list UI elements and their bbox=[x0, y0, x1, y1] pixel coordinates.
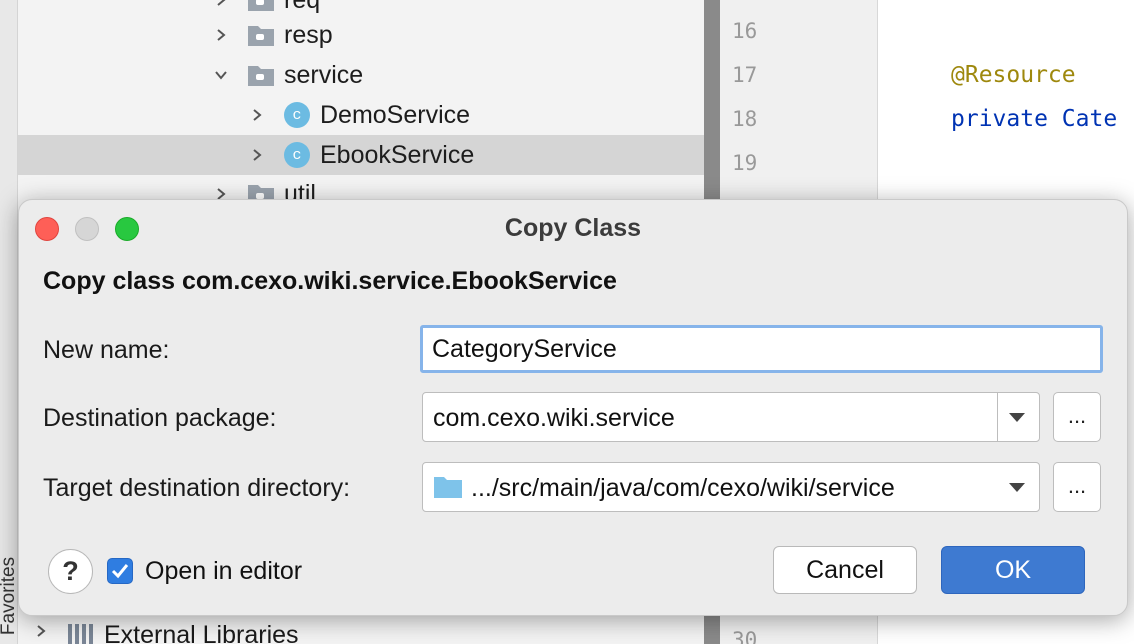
open-in-editor-checkbox[interactable] bbox=[107, 558, 133, 584]
library-icon bbox=[68, 624, 93, 644]
checkmark-icon bbox=[111, 564, 129, 579]
tree-item-label: service bbox=[284, 60, 364, 89]
chevron-right-icon[interactable] bbox=[210, 24, 232, 46]
chevron-right-icon[interactable] bbox=[34, 624, 48, 638]
copy-class-dialog: Copy Class Copy class com.cexo.wiki.serv… bbox=[18, 199, 1128, 616]
tree-item-label: External Libraries bbox=[104, 621, 299, 644]
line-number: 30 bbox=[732, 628, 758, 644]
dialog-heading: Copy class com.cexo.wiki.service.EbookSe… bbox=[43, 267, 617, 295]
target-directory-combo[interactable]: .../src/main/java/com/cexo/wiki/service bbox=[422, 462, 1040, 512]
line-number: 17 bbox=[732, 63, 758, 87]
tree-item-external-libraries[interactable]: External Libraries bbox=[18, 620, 704, 644]
line-number: 16 bbox=[732, 19, 758, 43]
tool-window-strip: Favorites bbox=[0, 0, 19, 644]
destination-package-combo[interactable]: com.cexo.wiki.service bbox=[422, 392, 1040, 442]
tree-item-label: req bbox=[284, 0, 320, 15]
tree-item-label: EbookService bbox=[320, 140, 475, 169]
dropdown-arrow-icon[interactable] bbox=[1007, 410, 1027, 424]
class-icon: c bbox=[284, 142, 310, 168]
chevron-right-icon[interactable] bbox=[246, 104, 268, 126]
cancel-button[interactable]: Cancel bbox=[773, 546, 917, 594]
folder-icon bbox=[248, 26, 274, 46]
ok-button[interactable]: OK bbox=[941, 546, 1085, 594]
folder-icon bbox=[248, 66, 274, 86]
line-number: 18 bbox=[732, 107, 758, 131]
line-number: 19 bbox=[732, 151, 758, 175]
browse-directory-button[interactable]: ... bbox=[1053, 462, 1101, 512]
destination-package-label: Destination package: bbox=[43, 404, 277, 432]
folder-icon bbox=[248, 0, 274, 11]
dropdown-arrow-icon[interactable] bbox=[1007, 480, 1027, 494]
open-in-editor-label[interactable]: Open in editor bbox=[145, 557, 302, 586]
dialog-titlebar[interactable]: Copy Class bbox=[19, 200, 1127, 256]
combo-divider bbox=[997, 393, 998, 441]
tree-item-label: resp bbox=[284, 20, 333, 49]
code-line: @Resource bbox=[951, 62, 1076, 88]
chevron-down-icon[interactable] bbox=[210, 64, 232, 86]
destination-package-value: com.cexo.wiki.service bbox=[433, 404, 675, 432]
tree-item-demoservice[interactable]: c DemoService bbox=[18, 95, 704, 135]
tree-item-service[interactable]: service bbox=[18, 55, 704, 95]
chevron-right-icon[interactable] bbox=[210, 0, 232, 11]
help-button[interactable]: ? bbox=[48, 549, 93, 594]
folder-icon bbox=[434, 477, 462, 498]
tree-item-resp[interactable]: resp bbox=[18, 15, 704, 55]
chevron-right-icon[interactable] bbox=[246, 144, 268, 166]
dialog-title: Copy Class bbox=[504, 214, 642, 242]
target-directory-value: .../src/main/java/com/cexo/wiki/service bbox=[471, 474, 895, 502]
code-line: private Cate bbox=[951, 106, 1117, 132]
class-icon: c bbox=[284, 102, 310, 128]
target-directory-label: Target destination directory: bbox=[43, 474, 351, 502]
new-name-label: New name: bbox=[43, 336, 170, 364]
tree-item-label: DemoService bbox=[320, 100, 471, 129]
browse-package-button[interactable]: ... bbox=[1053, 392, 1101, 442]
code-line-text: private Cate bbox=[951, 106, 1118, 132]
new-name-input[interactable] bbox=[420, 325, 1103, 373]
tree-item-ebookservice[interactable]: c EbookService bbox=[18, 135, 704, 175]
